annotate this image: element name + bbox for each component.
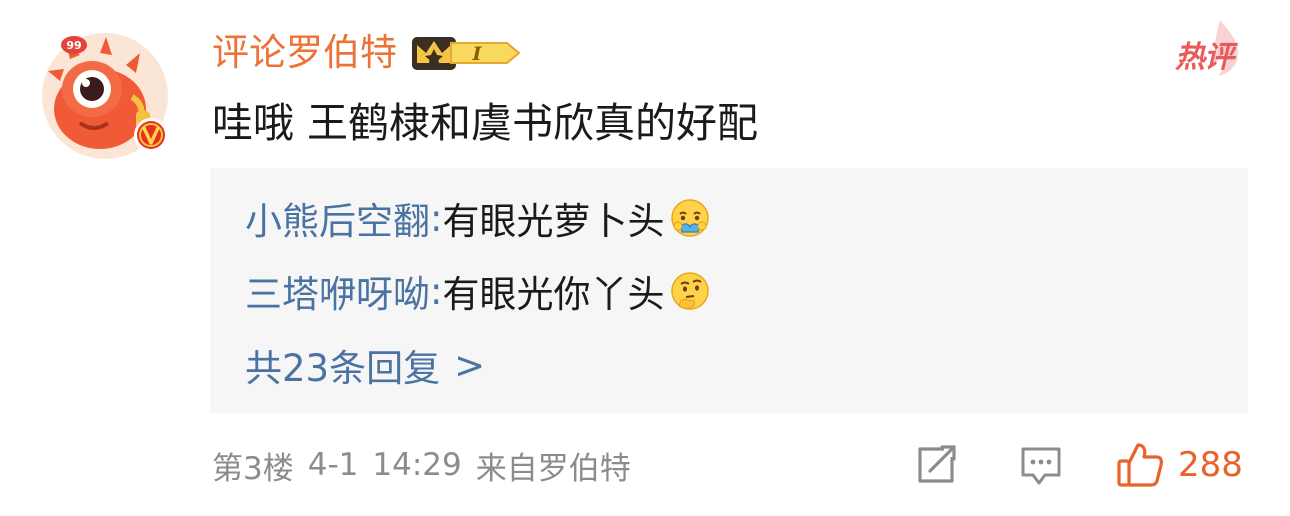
comment-button[interactable] [1019,443,1063,487]
more-replies-label: 共23条回复 [245,347,441,390]
like-count: 288 [1178,445,1243,485]
reply-separator: : [430,269,443,313]
comment-icon [1021,447,1061,485]
comment-card: 99 评论罗伯特 I 热评 哇哦 王鹤棣和虞书欣真的好配 小熊后空翻: 有眼光… [0,0,1290,516]
reply-text: 有眼光萝卜头 [442,200,665,243]
username-row: 评论罗伯特 I [212,28,523,78]
reply-item[interactable]: 小熊后空翻 : 有眼光萝卜头 [245,193,710,243]
reply-username[interactable]: 小熊后空翻 [245,191,430,245]
avatar[interactable]: 99 [40,31,170,161]
more-replies-link[interactable]: 共23条回复 > [245,340,486,391]
comment-meta: 第3楼 4-1 14:29 来自罗伯特 [212,443,645,487]
hot-comment-tag: 热评 [1164,18,1244,78]
comment-time: 14:29 [372,447,462,483]
thumbs-up-icon [1117,443,1163,487]
reply-item[interactable]: 三塔咿呀呦 : 有眼光你丫头 [245,266,710,316]
avatar-badge-count: 99 [66,39,81,52]
username[interactable]: 评论罗伯特 [212,28,397,78]
thinking-emoji-icon [670,271,710,311]
reply-separator: : [430,196,443,240]
like-button[interactable]: 288 [1116,443,1243,487]
comment-source: 来自罗伯特 [475,450,631,487]
share-icon [918,445,956,483]
level-badge-text: I [472,43,483,65]
hot-label: 热评 [1175,40,1234,75]
floor-number: 第3楼 [212,450,294,487]
hug-emoji-icon [670,198,710,238]
level-badge[interactable]: I [411,33,523,73]
share-button[interactable] [914,443,958,487]
comment-content: 哇哦 王鹤棣和虞书欣真的好配 [212,99,759,147]
chevron-right-icon: > [454,343,486,387]
reply-text: 有眼光你丫头 [442,273,665,316]
reply-username[interactable]: 三塔咿呀呦 [245,264,430,318]
comment-date: 4-1 [307,447,359,483]
